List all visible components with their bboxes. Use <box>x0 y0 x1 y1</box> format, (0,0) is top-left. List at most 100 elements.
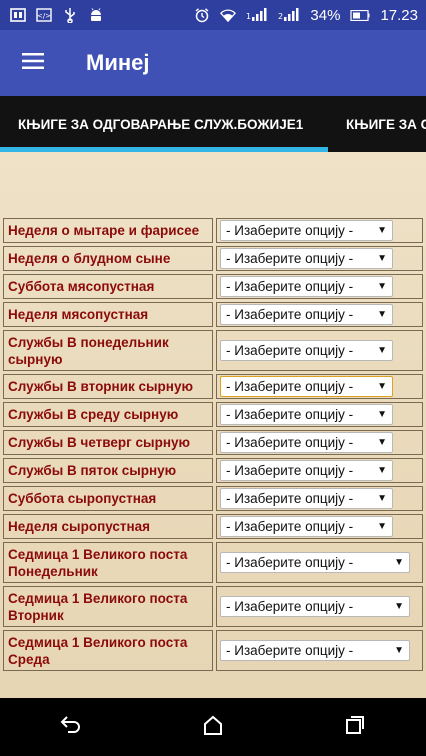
screen: </> 1 2 34% 17.23 Минеј КЊИГЕ ЗА ОДГОВАР… <box>0 0 426 756</box>
table-row: Суббота мясопустная - Изаберите опцију -… <box>3 274 423 299</box>
dropdown-arrow-icon: ▼ <box>377 465 387 476</box>
usb-icon <box>62 7 78 23</box>
select-cell: - Изаберите опцију - ▼ <box>216 514 423 539</box>
option-select[interactable]: - Изаберите опцију - ▼ <box>220 220 393 241</box>
dropdown-arrow-icon: ▼ <box>377 409 387 420</box>
row-label: Службы В понедельник сырную <box>3 330 213 371</box>
select-cell: - Изаберите опцију - ▼ <box>216 246 423 271</box>
select-value: - Изаберите опцију - <box>226 379 354 394</box>
home-button[interactable] <box>183 698 243 756</box>
row-label: Седмица 1 Великого поста Понедельник <box>3 542 213 583</box>
app-title: Минеј <box>86 50 150 75</box>
services-table: Неделя о мытаре и фарисее - Изаберите оп… <box>3 218 423 674</box>
svg-text:2: 2 <box>278 12 283 21</box>
option-select[interactable]: - Изаберите опцију - ▼ <box>220 404 393 425</box>
select-value: - Изаберите опцију - <box>226 519 354 534</box>
hamburger-menu-icon <box>22 52 44 74</box>
svg-text:1: 1 <box>246 12 251 21</box>
dropdown-arrow-icon: ▼ <box>377 309 387 320</box>
select-value: - Изаберите опцију - <box>226 343 354 358</box>
option-select[interactable]: - Изаберите опцију - ▼ <box>220 304 393 325</box>
select-cell: - Изаберите опцију - ▼ <box>216 586 423 627</box>
select-value: - Изаберите опцију - <box>226 223 354 238</box>
row-label: Службы В четверг сырную <box>3 430 213 455</box>
select-cell: - Изаберите опцију - ▼ <box>216 430 423 455</box>
table-row: Службы В среду сырную - Изаберите опцију… <box>3 402 423 427</box>
wifi-icon <box>220 7 237 23</box>
select-value: - Изаберите опцију - <box>226 555 354 570</box>
dropdown-arrow-icon: ▼ <box>377 281 387 292</box>
select-cell: - Изаберите опцију - ▼ <box>216 542 423 583</box>
navigation-bar <box>0 698 426 756</box>
android-icon <box>88 7 104 23</box>
row-label: Неделя о блудном сыне <box>3 246 213 271</box>
option-select[interactable]: - Изаберите опцију - ▼ <box>220 596 410 617</box>
select-value: - Изаберите опцију - <box>226 463 354 478</box>
select-value: - Изаберите опцију - <box>226 491 354 506</box>
row-label: Неделя сыропустная <box>3 514 213 539</box>
back-button[interactable] <box>41 698 101 756</box>
dropdown-arrow-icon: ▼ <box>377 493 387 504</box>
row-label: Суббота сыропустная <box>3 486 213 511</box>
tab-books-1[interactable]: КЊИГЕ ЗА ОДГОВАРАЊЕ СЛУЖ.БОЖИЈЕ1 <box>0 96 328 152</box>
select-cell: - Изаберите опцију - ▼ <box>216 330 423 371</box>
select-value: - Изаберите опцију - <box>226 435 354 450</box>
option-select[interactable]: - Изаберите опцију - ▼ <box>220 640 410 661</box>
table-row: Службы В четверг сырную - Изаберите опци… <box>3 430 423 455</box>
recents-icon <box>344 714 366 740</box>
row-label: Службы В вторник сырную <box>3 374 213 399</box>
home-icon <box>202 714 224 740</box>
option-select[interactable]: - Изаберите опцију - ▼ <box>220 552 410 573</box>
option-select[interactable]: - Изаберите опцију - ▼ <box>220 488 393 509</box>
option-select[interactable]: - Изаберите опцију - ▼ <box>220 248 393 269</box>
option-select[interactable]: - Изаберите опцију - ▼ <box>220 340 393 361</box>
row-label: Седмица 1 Великого поста Вторник <box>3 586 213 627</box>
status-bar: </> 1 2 34% 17.23 <box>0 0 426 30</box>
row-label: Службы В среду сырную <box>3 402 213 427</box>
table-row: Седмица 1 Великого поста Понедельник - И… <box>3 542 423 583</box>
option-select[interactable]: - Изаберите опцију - ▼ <box>220 432 393 453</box>
recents-button[interactable] <box>325 698 385 756</box>
menu-button[interactable] <box>0 30 66 96</box>
dropdown-arrow-icon: ▼ <box>377 521 387 532</box>
battery-icon <box>350 7 370 23</box>
table-row: Седмица 1 Великого поста Среда - Изабери… <box>3 630 423 671</box>
dropdown-arrow-icon: ▼ <box>377 381 387 392</box>
select-cell: - Изаберите опцију - ▼ <box>216 374 423 399</box>
row-label: Неделя о мытаре и фарисее <box>3 218 213 243</box>
table-row: Службы В понедельник сырную - Изаберите … <box>3 330 423 371</box>
select-cell: - Изаберите опцију - ▼ <box>216 402 423 427</box>
table-row: Неделя мясопустная - Изаберите опцију - ▼ <box>3 302 423 327</box>
signal-1-icon: 1 <box>246 7 268 23</box>
table-row: Неделя о блудном сыне - Изаберите опцију… <box>3 246 423 271</box>
option-select[interactable]: - Изаберите опцију - ▼ <box>220 516 393 537</box>
tab-bar: КЊИГЕ ЗА ОДГОВАРАЊЕ СЛУЖ.БОЖИЈЕ1 КЊИГЕ З… <box>0 96 426 152</box>
signal-2-icon: 2 <box>278 7 300 23</box>
select-value: - Изаберите опцију - <box>226 279 354 294</box>
select-cell: - Изаберите опцију - ▼ <box>216 274 423 299</box>
select-value: - Изаберите опцију - <box>226 407 354 422</box>
select-value: - Изаберите опцију - <box>226 599 354 614</box>
row-label: Службы В пяток сырную <box>3 458 213 483</box>
select-value: - Изаберите опцију - <box>226 643 354 658</box>
select-value: - Изаберите опцију - <box>226 251 354 266</box>
svg-text:</>: </> <box>37 12 51 20</box>
row-label: Неделя мясопустная <box>3 302 213 327</box>
table-row: Седмица 1 Великого поста Вторник - Изабе… <box>3 586 423 627</box>
tab-books-2[interactable]: КЊИГЕ ЗА СЛ <box>328 96 426 152</box>
code-icon: </> <box>36 7 52 23</box>
select-value: - Изаберите опцију - <box>226 307 354 322</box>
dropdown-arrow-icon: ▼ <box>394 557 404 568</box>
table-row: Неделя о мытаре и фарисее - Изаберите оп… <box>3 218 423 243</box>
clock: 17.23 <box>380 6 418 24</box>
select-cell: - Изаберите опцију - ▼ <box>216 630 423 671</box>
table-row: Неделя сыропустная - Изаберите опцију - ▼ <box>3 514 423 539</box>
select-cell: - Изаберите опцију - ▼ <box>216 486 423 511</box>
row-label: Суббота мясопустная <box>3 274 213 299</box>
option-select[interactable]: - Изаберите опцију - ▼ <box>220 460 393 481</box>
option-select[interactable]: - Изаберите опцију - ▼ <box>220 276 393 297</box>
dropdown-arrow-icon: ▼ <box>377 225 387 236</box>
table-row: Суббота сыропустная - Изаберите опцију -… <box>3 486 423 511</box>
option-select[interactable]: - Изаберите опцију - ▼ <box>220 376 393 397</box>
dropdown-arrow-icon: ▼ <box>394 645 404 656</box>
